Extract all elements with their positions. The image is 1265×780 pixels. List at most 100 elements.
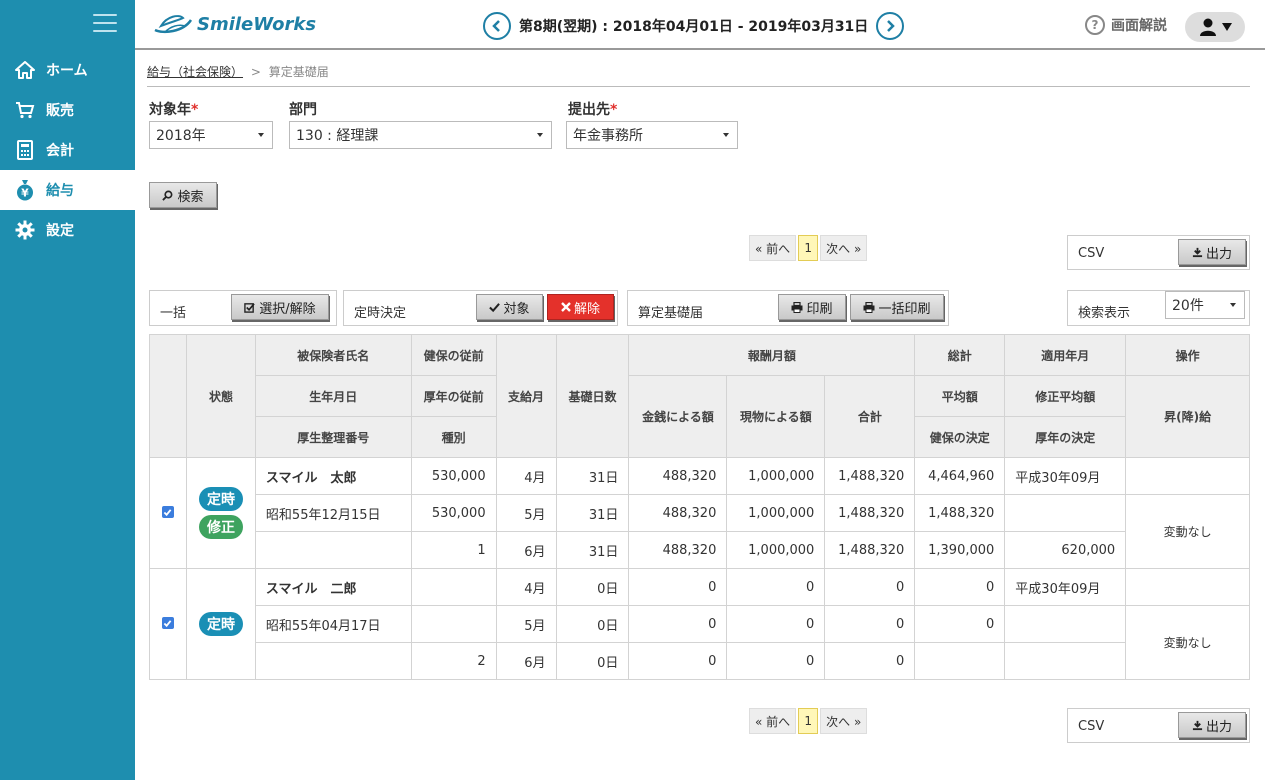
search-button[interactable]: 検索 [149,182,217,208]
prev-period-button[interactable] [483,12,511,40]
cell-op [1125,457,1250,495]
breadcrumb-parent-link[interactable]: 給与（社会保険） [147,65,243,79]
home-icon [14,59,36,81]
user-menu-button[interactable] [1185,12,1245,42]
sidebar-item-label: 会計 [46,143,74,159]
header-subtotal: 合計 [824,375,916,458]
sidebar-item-accounting[interactable]: 会計 [0,130,135,170]
required-mark: * [191,102,199,118]
cell-days: 31日 [555,531,630,569]
prev-page-button[interactable]: « 前へ [749,708,797,734]
dept-select[interactable]: 130 : 経理課 [289,121,552,149]
caret-down-icon [1221,23,1232,31]
status-cell: 定時 [185,568,256,680]
csv-export-button[interactable]: 出力 [1178,712,1246,738]
required-mark: * [610,102,618,118]
dest-label: 提出先* [568,102,618,118]
gear-icon [14,219,36,241]
cell-prev [410,568,497,606]
year-select[interactable]: 2018年 [149,121,273,149]
select-toggle-button[interactable]: 選択/解除 [231,294,329,320]
menu-icon[interactable] [93,14,117,34]
caret-down-icon [258,133,264,137]
fixed-decision-panel: 定時決定 対象 解除 [343,290,618,326]
target-button[interactable]: 対象 [476,294,543,320]
sidebar-item-payroll[interactable]: ¥ 給与 [0,170,135,210]
period-text: 第8期(翌期) : 2018年04月01日 - 2019年03月31日 [519,19,869,35]
row-checkbox[interactable] [149,457,187,569]
caret-down-icon [537,133,543,137]
help-link[interactable]: ? 画面解説 [1085,15,1167,35]
header-revised-avg: 修正平均額 [1004,375,1127,417]
cell-apply [1004,494,1127,532]
checkbox-checked-icon[interactable] [161,617,174,629]
cell-prev: 530,000 [410,494,497,532]
close-icon [561,302,571,312]
logo-mark-icon [154,15,193,34]
search-icon [162,190,173,201]
header-raise: 昇(降)給 [1125,375,1250,458]
next-page-button[interactable]: 次へ » [820,708,868,734]
header-cash: 金銭による額 [628,375,728,458]
year-label: 対象年* [149,102,199,118]
cell-goods: 1,000,000 [726,457,826,495]
table-row: 定時 修正 スマイル 太郎 530,000 4月 31日 488,320 1,0… [149,457,1250,569]
chevron-left-icon [492,20,500,32]
bulk-panel: 一括 選択/解除 [149,290,337,326]
header-operation: 操作 [1125,334,1250,376]
employee-name[interactable]: スマイル 二郎 [254,568,412,606]
header-apply-month: 適用年月 [1004,334,1127,376]
pager-top: « 前へ 1 次へ » [749,235,869,261]
calc-report-label: 算定基礎届 [638,306,704,321]
next-page-button[interactable]: 次へ » [820,235,868,261]
next-period-button[interactable] [876,12,905,40]
display-count-select[interactable]: 20件 [1165,291,1245,319]
header: SmileWorks 第8期(翌期) : 2018年04月01日 - 2019年… [135,0,1265,50]
logo[interactable]: SmileWorks [153,12,316,36]
cell-cash: 0 [628,605,728,643]
sidebar-item-label: 給与 [46,183,74,199]
sidebar-item-sales[interactable]: 販売 [0,90,135,130]
status-badge: 定時 [198,487,243,511]
bulk-label: 一括 [160,306,187,321]
current-page[interactable]: 1 [798,235,819,261]
cell-kind: 1 [410,531,497,569]
header-average: 平均額 [914,375,1006,417]
header-kounen-prev: 厚年の従前 [410,375,497,417]
cell-kind: 2 [410,642,497,680]
download-icon [1192,720,1203,730]
cell-goods: 0 [726,605,826,643]
cell-apply [1004,605,1127,643]
dest-select[interactable]: 年金事務所 [566,121,738,149]
svg-text:¥: ¥ [21,187,29,200]
cell-total: 4,464,960 [914,457,1006,495]
csv-export-button[interactable]: 出力 [1178,239,1246,265]
table-row: 定時 スマイル 二郎 4月 0日 0 0 0 0 平成30年09月 [149,568,1250,680]
checkbox-checked-icon[interactable] [161,506,174,518]
sidebar-item-settings[interactable]: 設定 [0,210,135,250]
bulk-print-button[interactable]: 一括印刷 [850,294,944,320]
calc-table: 状態 被保険者氏名 健保の従前 支給月 基礎日数 報酬月額 総計 適用年月 操作… [149,334,1250,680]
cell-birth: 昭和55年04月17日 [254,605,412,643]
sidebar-item-label: ホーム [46,63,88,79]
employee-name[interactable]: スマイル 太郎 [254,457,412,495]
header-kounen-decision: 厚年の決定 [1004,416,1127,458]
row-checkbox[interactable] [149,568,187,680]
print-button[interactable]: 印刷 [778,294,846,320]
cell-total: 0 [914,568,1006,606]
cell-total [914,642,1006,680]
fixed-decision-label: 定時決定 [354,306,407,321]
cell-cash: 0 [628,568,728,606]
sidebar-item-label: 販売 [46,103,74,119]
prev-page-button[interactable]: « 前へ [749,235,797,261]
cancel-button[interactable]: 解除 [547,294,614,320]
cell-sum: 1,488,320 [824,494,916,532]
display-count-panel: 検索表示 20件 [1067,290,1250,326]
cell-days: 0日 [555,642,630,680]
current-page[interactable]: 1 [798,708,819,734]
question-icon: ? [1085,15,1105,35]
cell-cash: 0 [628,642,728,680]
header-total: 総計 [914,334,1006,376]
dept-label: 部門 [289,102,317,118]
sidebar-item-home[interactable]: ホーム [0,50,135,90]
